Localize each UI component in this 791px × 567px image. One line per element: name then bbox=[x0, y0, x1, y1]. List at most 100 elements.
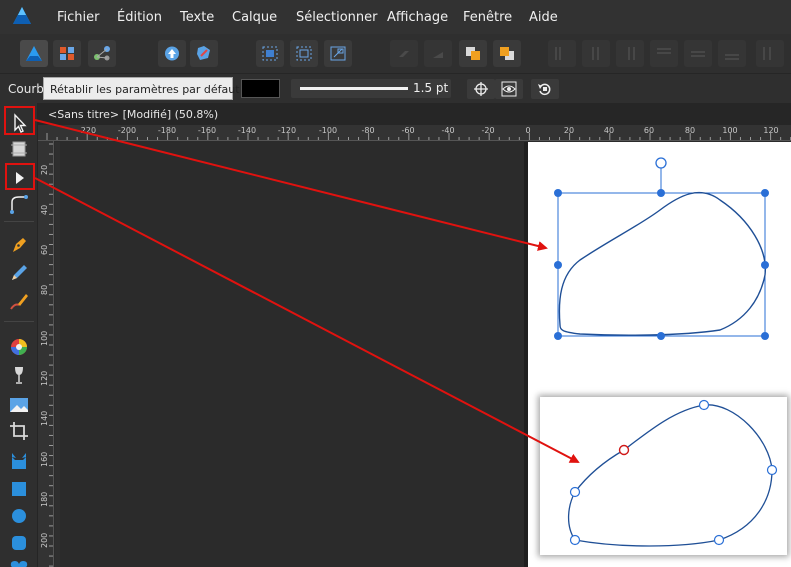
reset-defaults-tooltip: Rétablir les paramètres par défaut bbox=[43, 77, 240, 100]
align-top-button[interactable] bbox=[650, 40, 678, 67]
ruler-label: -220 bbox=[77, 126, 97, 135]
transparency-tool[interactable] bbox=[7, 363, 31, 387]
cat-icon bbox=[12, 453, 26, 469]
fill-tool[interactable] bbox=[7, 335, 31, 359]
crosshair-icon bbox=[474, 82, 488, 96]
heart-tool[interactable] bbox=[7, 555, 31, 567]
tools-separator bbox=[4, 221, 34, 222]
ruler-label: 60 bbox=[40, 244, 49, 255]
rectangle-tool[interactable] bbox=[7, 477, 31, 501]
move-tool-highlight bbox=[4, 106, 35, 135]
rotate-button[interactable] bbox=[531, 79, 559, 99]
ruler-label: -140 bbox=[237, 126, 257, 135]
ruler-label: 80 bbox=[40, 284, 49, 295]
node-edit-inset bbox=[540, 397, 787, 555]
menu-selectionner[interactable]: Sélectionner bbox=[296, 10, 378, 25]
rectangle-icon bbox=[12, 482, 26, 496]
arrange-back-icon bbox=[399, 51, 409, 57]
document-tab[interactable]: <Sans titre> [Modifié] (50.8%) bbox=[38, 103, 791, 125]
stroke-preview-line bbox=[300, 87, 408, 90]
align-right-button[interactable] bbox=[616, 40, 644, 67]
transform-origin-button[interactable] bbox=[467, 79, 495, 99]
ruler-label: -100 bbox=[318, 126, 338, 135]
insert-inside-button[interactable] bbox=[256, 40, 284, 67]
pasteboard-edge bbox=[55, 142, 60, 567]
brush-icon bbox=[10, 294, 28, 310]
ruler-label: 120 bbox=[763, 126, 779, 135]
assistant-icon bbox=[165, 46, 179, 61]
stroke-color-swatch[interactable] bbox=[241, 79, 280, 98]
menu-fenetre[interactable]: Fenêtre bbox=[463, 10, 512, 25]
ruler-label: 160 bbox=[40, 451, 49, 467]
cat-shape-tool[interactable] bbox=[7, 449, 31, 473]
move-back-button[interactable] bbox=[390, 40, 418, 67]
heart-icon bbox=[10, 561, 28, 567]
rounded-rect-tool[interactable] bbox=[7, 531, 31, 555]
insert-top-button[interactable] bbox=[324, 40, 352, 67]
pencil-tool[interactable] bbox=[7, 261, 31, 285]
insert-behind-button[interactable] bbox=[290, 40, 318, 67]
menu-texte[interactable]: Texte bbox=[180, 10, 214, 25]
ruler-label: 0 bbox=[525, 126, 531, 135]
snapping-button[interactable] bbox=[190, 40, 218, 67]
horizontal-ruler: -220 -200 -180 -160 -140 -120 -100 -80 -… bbox=[38, 125, 791, 141]
bring-front-icon bbox=[466, 47, 480, 60]
designer-persona-icon bbox=[26, 46, 42, 61]
pencil-icon bbox=[12, 265, 27, 280]
insert-behind-icon bbox=[296, 46, 312, 61]
distribute-button[interactable] bbox=[756, 40, 784, 67]
ruler-label: -120 bbox=[277, 126, 297, 135]
ruler-label: -80 bbox=[361, 126, 375, 135]
align-right-icon bbox=[628, 47, 635, 60]
node-tool-highlight bbox=[5, 163, 35, 190]
designer-persona-button[interactable] bbox=[20, 40, 48, 67]
ruler-label: 60 bbox=[643, 126, 655, 135]
export-persona-icon bbox=[94, 46, 110, 61]
export-persona-button[interactable] bbox=[88, 40, 116, 67]
magnet-icon bbox=[197, 46, 210, 60]
pixel-persona-button[interactable] bbox=[53, 40, 81, 67]
artboard-tool[interactable] bbox=[7, 137, 31, 161]
vector-brush-tool[interactable] bbox=[7, 289, 31, 313]
align-left-button[interactable] bbox=[548, 40, 576, 67]
menu-affichage[interactable]: Affichage bbox=[387, 10, 448, 25]
menu-aide[interactable]: Aide bbox=[529, 10, 558, 25]
menu-fichier[interactable]: Fichier bbox=[57, 10, 100, 25]
menu-calque[interactable]: Calque bbox=[232, 10, 277, 25]
ruler-label: -200 bbox=[117, 126, 137, 135]
tools-separator bbox=[4, 321, 34, 322]
ruler-label: 20 bbox=[563, 126, 575, 135]
main-toolbar bbox=[0, 34, 791, 74]
place-image-tool[interactable] bbox=[7, 393, 31, 417]
corner-tool[interactable] bbox=[7, 192, 31, 216]
bring-front-button[interactable] bbox=[459, 40, 487, 67]
ruler-label: -160 bbox=[197, 126, 217, 135]
align-center-button[interactable] bbox=[582, 40, 610, 67]
ruler-label: -60 bbox=[401, 126, 415, 135]
ruler-label: 100 bbox=[722, 126, 738, 135]
move-forward-button[interactable] bbox=[424, 40, 452, 67]
crop-tool[interactable] bbox=[7, 419, 31, 443]
pen-tool[interactable] bbox=[7, 233, 31, 257]
align-left-icon bbox=[555, 47, 561, 60]
context-label: Courb bbox=[8, 82, 44, 96]
ruler-label: 140 bbox=[40, 410, 49, 426]
align-middle-button[interactable] bbox=[684, 40, 712, 67]
assistant-button[interactable] bbox=[158, 40, 186, 67]
view-mode-button[interactable] bbox=[495, 79, 523, 99]
send-back-icon bbox=[500, 47, 514, 60]
send-back-button[interactable] bbox=[493, 40, 521, 67]
insert-inside-icon bbox=[262, 46, 278, 61]
pixel-persona-icon bbox=[60, 47, 74, 60]
artboard-icon bbox=[11, 141, 27, 157]
stroke-width-value[interactable]: 1.5 pt bbox=[413, 81, 448, 95]
ellipse-tool[interactable] bbox=[7, 504, 31, 528]
affinity-logo-icon[interactable] bbox=[12, 6, 32, 26]
ruler-label: 100 bbox=[40, 330, 49, 346]
align-bottom-button[interactable] bbox=[718, 40, 746, 67]
rotate-icon bbox=[538, 83, 551, 96]
ruler-label: 40 bbox=[603, 126, 615, 135]
wine-glass-icon bbox=[15, 367, 23, 384]
insert-top-icon bbox=[330, 46, 346, 61]
menu-edition[interactable]: Édition bbox=[117, 10, 162, 25]
